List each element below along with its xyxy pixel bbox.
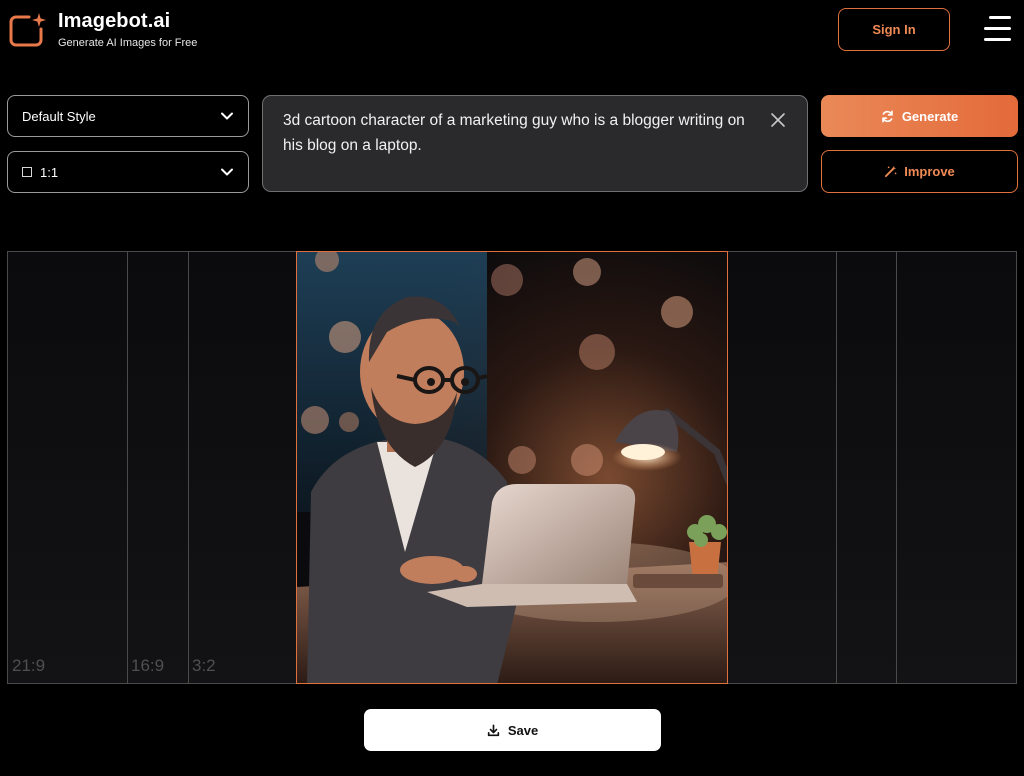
aspect-ratio-value: 1:1 bbox=[40, 164, 59, 180]
ratio-guide-line bbox=[127, 251, 128, 684]
magic-wand-icon bbox=[885, 165, 897, 178]
generate-button[interactable]: Generate bbox=[821, 95, 1018, 137]
brand-name[interactable]: Imagebot.ai bbox=[58, 10, 170, 33]
prompt-input[interactable]: 3d cartoon character of a marketing guy … bbox=[262, 95, 808, 192]
ratio-label-21-9: 21:9 bbox=[12, 656, 46, 675]
ratio-guide-line bbox=[896, 251, 897, 684]
style-select-value: Default Style bbox=[22, 108, 96, 124]
prompt-text: 3d cartoon character of a marketing guy … bbox=[283, 112, 745, 154]
generated-image-art bbox=[297, 252, 727, 683]
refresh-icon bbox=[882, 110, 893, 122]
sign-in-button[interactable]: Sign In bbox=[838, 8, 950, 51]
close-icon[interactable] bbox=[769, 111, 787, 129]
generate-label: Generate bbox=[901, 108, 959, 124]
style-select[interactable]: Default Style bbox=[7, 95, 249, 137]
ratio-guide-line bbox=[836, 251, 837, 684]
chevron-down-icon bbox=[221, 112, 233, 120]
ratio-guide-line bbox=[188, 251, 189, 684]
generated-image[interactable] bbox=[296, 251, 728, 684]
brand-tagline: Generate AI Images for Free bbox=[58, 37, 198, 49]
logo-icon bbox=[9, 13, 46, 47]
hamburger-menu-icon[interactable] bbox=[981, 14, 1013, 44]
improve-button[interactable]: Improve bbox=[821, 150, 1018, 193]
improve-label: Improve bbox=[904, 164, 955, 179]
chevron-down-icon bbox=[221, 168, 233, 176]
download-icon bbox=[487, 724, 499, 736]
save-label: Save bbox=[507, 722, 539, 738]
square-ratio-icon bbox=[22, 167, 32, 177]
save-button[interactable]: Save bbox=[364, 709, 661, 751]
ratio-label-16-9: 16:9 bbox=[131, 656, 165, 675]
ratio-label-3-2: 3:2 bbox=[192, 656, 216, 675]
aspect-ratio-select[interactable]: 1:1 bbox=[7, 151, 249, 193]
